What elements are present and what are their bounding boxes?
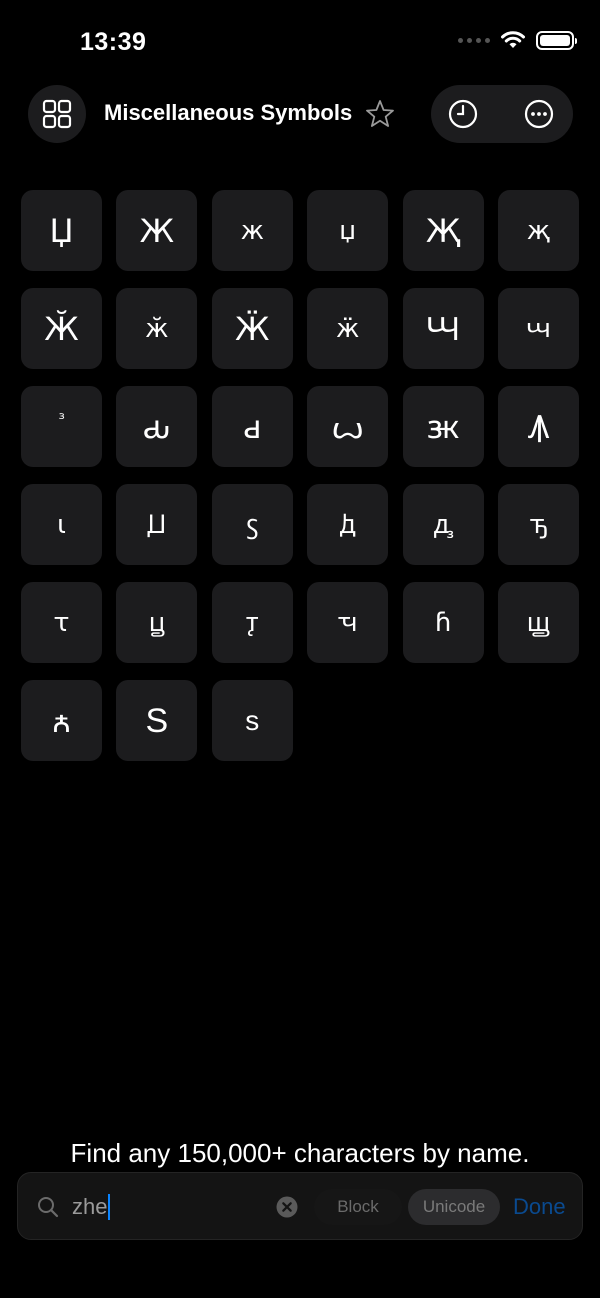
glyph-cell[interactable]: Ѕ: [116, 680, 198, 761]
glyph-cell[interactable]: Ꙟ: [497, 386, 579, 467]
glyph-cell[interactable]: Ꙡ: [116, 484, 198, 565]
glyph-cell[interactable]: ꙇ: [21, 484, 102, 565]
status-time: 13:39: [80, 28, 147, 56]
header-actions: [431, 85, 573, 143]
glyph-cell[interactable]: ԃ: [116, 386, 198, 467]
glyph-cell[interactable]: Җ: [402, 190, 484, 271]
grid-icon: [42, 99, 72, 129]
glyph-cell[interactable]: ꚅ: [402, 386, 484, 467]
glyph-cell[interactable]: җ: [497, 190, 579, 271]
glyph-cell[interactable]: ꚇ: [497, 288, 579, 369]
glyph-cell[interactable]: Ꚇ: [402, 288, 484, 369]
cellular-signal-icon: [458, 37, 490, 43]
clock-icon[interactable]: [447, 98, 479, 130]
clear-icon[interactable]: [276, 1196, 298, 1218]
magnifier-icon: [38, 1197, 59, 1218]
glyph-cell[interactable]: ꚏ: [116, 582, 198, 663]
scope-unicode-button[interactable]: Unicode: [408, 1189, 500, 1225]
glyph-cell[interactable]: Џ: [21, 190, 102, 271]
search-hint: Find any 150,000+ characters by name.: [70, 1138, 530, 1168]
wifi-icon: [501, 31, 525, 48]
block-grid-button[interactable]: [28, 85, 86, 143]
star-icon[interactable]: [364, 98, 396, 130]
text-caret: [108, 1194, 111, 1220]
search-bar: zhe Block Unicode Done: [17, 1172, 583, 1240]
glyph-cell[interactable]: Ӝ: [211, 288, 293, 369]
glyph-cell[interactable]: ꚉ: [402, 484, 484, 565]
scope-block-button[interactable]: Block: [314, 1189, 402, 1225]
glyph-cell[interactable]: ж: [211, 190, 293, 271]
glyph-cell[interactable]: ꚃ: [211, 484, 293, 565]
page-title: Miscellaneous Symbols: [104, 100, 353, 125]
glyph-cell[interactable]: ⷥ: [21, 386, 102, 467]
glyph-cell[interactable]: ꚗ: [497, 582, 579, 663]
glyph-cell[interactable]: Ӂ: [21, 288, 102, 369]
glyph-cell[interactable]: ꙍ: [307, 386, 389, 467]
glyph-cell[interactable]: ꙉ: [21, 680, 102, 761]
search-input[interactable]: zhe: [72, 1191, 272, 1223]
glyph-cell[interactable]: ѕ: [211, 680, 293, 761]
glyph-cell[interactable]: ꚍ: [21, 582, 102, 663]
glyph-cell[interactable]: ꚕ: [402, 582, 484, 663]
ellipsis-icon[interactable]: [523, 98, 555, 130]
glyph-cell[interactable]: ӝ: [307, 288, 389, 369]
battery-icon: [536, 30, 577, 50]
glyph-cell[interactable]: џ: [307, 190, 389, 271]
glyph-cell[interactable]: ꚓ: [307, 582, 389, 663]
glyph-cell[interactable]: ꚋ: [497, 484, 579, 565]
glyph-cell[interactable]: ԁ: [211, 386, 293, 467]
glyph-cell[interactable]: ꚑ: [211, 582, 293, 663]
glyph-cell[interactable]: Ж: [116, 190, 198, 271]
glyph-grid: Џ Ж ж џ Җ җ Ӂ ӂ Ӝ ӝ Ꚇ ꚇ ⷥ ԃ ԁ ꙍ ꚅ Ꙟ ꙇ Ꙡ …: [21, 190, 579, 761]
glyph-cell[interactable]: ӂ: [116, 288, 198, 369]
glyph-cell[interactable]: ꚁ: [307, 484, 389, 565]
done-button[interactable]: Done: [513, 1191, 566, 1223]
search-query: zhe: [72, 1194, 108, 1219]
status-indicators: [458, 30, 577, 50]
